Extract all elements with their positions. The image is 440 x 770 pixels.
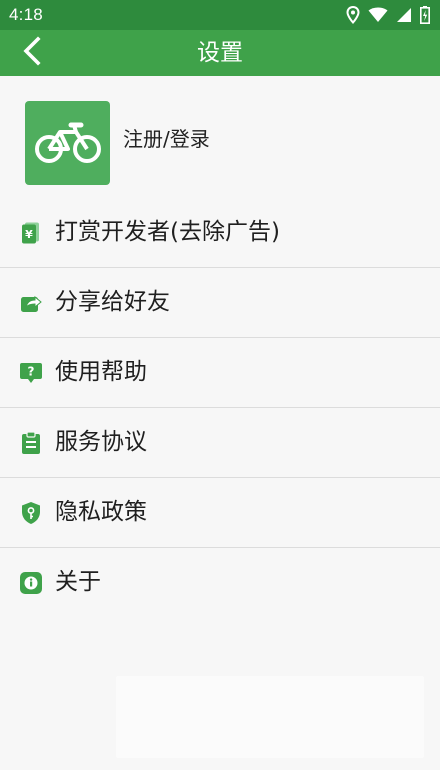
status-icons: [346, 5, 430, 28]
menu-item-privacy-policy[interactable]: 隐私政策: [0, 478, 440, 548]
status-time: 4:18: [9, 5, 43, 24]
menu-item-about[interactable]: 关于: [0, 548, 440, 617]
menu-item-label: 打赏开发者(去除广告): [55, 219, 280, 245]
ad-placeholder: [116, 676, 424, 758]
svg-text:?: ?: [28, 365, 35, 379]
info-icon: [19, 571, 43, 595]
menu-item-reward-developer[interactable]: ¥ 打赏开发者(去除广告): [0, 198, 440, 268]
app-bar: 设置: [0, 30, 440, 76]
menu-item-label: 隐私政策: [55, 499, 147, 525]
clipboard-icon: [19, 431, 43, 455]
help-icon: ?: [19, 361, 43, 385]
wifi-icon: [368, 7, 388, 27]
reward-icon: ¥: [19, 221, 43, 245]
menu-item-label: 服务协议: [55, 429, 147, 455]
menu-item-label: 关于: [55, 569, 101, 595]
app-logo: [25, 101, 110, 185]
account-login-row[interactable]: 注册/登录: [0, 76, 440, 198]
menu-item-share[interactable]: 分享给好友: [0, 268, 440, 338]
signal-icon: [396, 7, 412, 27]
page-title: 设置: [197, 40, 243, 66]
menu-item-help[interactable]: ? 使用帮助: [0, 338, 440, 408]
svg-text:¥: ¥: [25, 228, 33, 241]
privacy-shield-icon: [19, 501, 43, 525]
bicycle-icon: [33, 116, 103, 170]
location-icon: [346, 5, 360, 28]
status-bar: 4:18: [0, 0, 440, 30]
menu-item-label: 分享给好友: [55, 289, 170, 315]
menu-item-service-agreement[interactable]: 服务协议: [0, 408, 440, 478]
menu-item-label: 使用帮助: [55, 359, 147, 385]
login-register-link[interactable]: 注册/登录: [123, 127, 210, 151]
settings-menu: ¥ 打赏开发者(去除广告) 分享给好友 ? 使用帮助 服务协议 隐私政策 关于: [0, 198, 440, 617]
share-icon: [19, 291, 43, 315]
battery-icon: [420, 6, 430, 28]
